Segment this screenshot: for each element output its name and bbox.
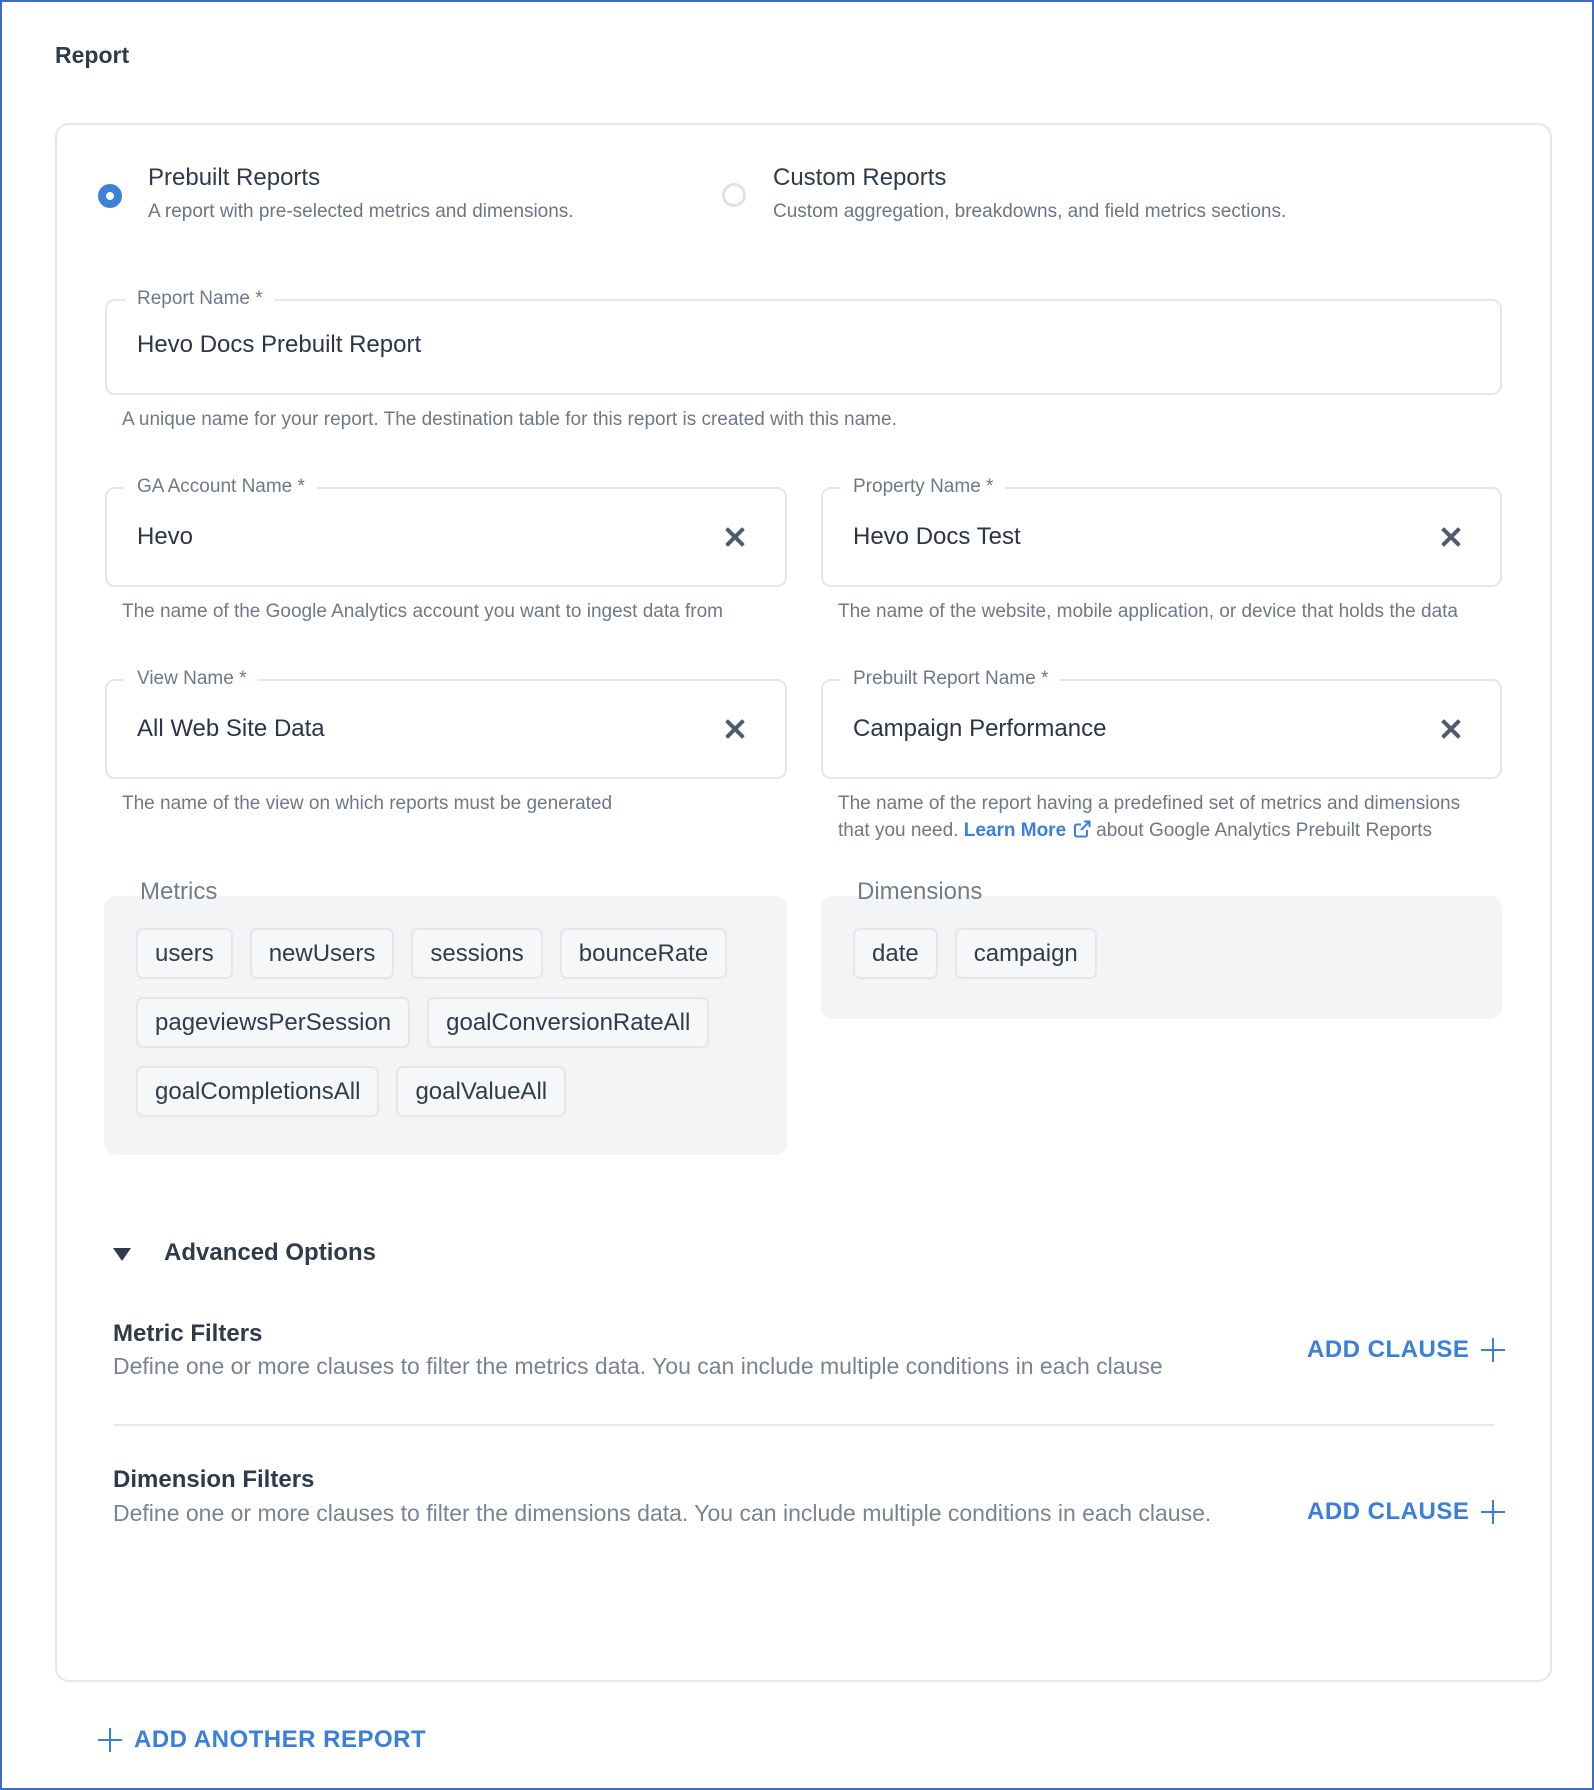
clear-prebuilt-report-icon[interactable]: [1438, 716, 1464, 742]
dimension-filters-add-clause-button[interactable]: ADD CLAUSE: [1307, 1498, 1506, 1526]
dimension-filters-description: Define one or more clauses to filter the…: [113, 1500, 1212, 1526]
view-label: View Name *: [125, 667, 259, 691]
plus-icon: [1481, 1338, 1506, 1362]
prebuilt-report-field[interactable]: Prebuilt Report Name * Campaign Performa…: [821, 667, 1502, 779]
ga-account-field[interactable]: GA Account Name * Hevo: [105, 475, 787, 587]
learn-more-link[interactable]: Learn More: [964, 820, 1066, 841]
metrics-label: Metrics: [140, 878, 218, 905]
clear-property-icon[interactable]: [1438, 524, 1464, 550]
plus-icon: [1481, 1500, 1506, 1524]
option-prebuilt-description: A report with pre-selected metrics and d…: [148, 201, 574, 222]
clear-view-icon[interactable]: [722, 716, 748, 742]
add-clause-label: ADD CLAUSE: [1307, 1498, 1470, 1525]
property-label: Property Name *: [841, 475, 1006, 499]
radio-prebuilt-reports[interactable]: [98, 184, 122, 208]
add-another-report-label: ADD ANOTHER REPORT: [134, 1726, 427, 1753]
ga-account-label: GA Account Name *: [125, 475, 317, 499]
ga-account-value: Hevo: [137, 523, 194, 550]
section-title: Report: [55, 42, 130, 68]
metric-chip: users: [136, 928, 233, 979]
prebuilt-report-helper: The name of the report having a predefin…: [838, 790, 1468, 844]
metrics-chip-list: users newUsers sessions bounceRate pageviews…: [136, 928, 767, 1117]
dimension-chip: campaign: [954, 928, 1097, 979]
report-name-helper: A unique name for your report. The desti…: [122, 409, 897, 430]
metric-chip: goalCompletionsAll: [136, 1066, 380, 1117]
property-field[interactable]: Property Name * Hevo Docs Test: [821, 475, 1502, 587]
option-prebuilt-title[interactable]: Prebuilt Reports: [148, 164, 320, 192]
dimension-chip: date: [853, 928, 938, 979]
clear-ga-account-icon[interactable]: [722, 524, 748, 550]
metric-chip: goalValueAll: [396, 1066, 567, 1117]
dimensions-panel: Dimensions date campaign: [821, 878, 1502, 1019]
view-field[interactable]: View Name * All Web Site Data: [105, 667, 787, 779]
metric-chip: pageviewsPerSession: [136, 997, 411, 1048]
metric-chip: bounceRate: [559, 928, 728, 979]
prebuilt-helper-text-after: about Google Analytics Prebuilt Reports: [1096, 820, 1432, 841]
dimensions-label: Dimensions: [857, 878, 983, 905]
add-another-report-button[interactable]: ADD ANOTHER REPORT: [98, 1726, 426, 1754]
metric-filters-add-clause-button[interactable]: ADD CLAUSE: [1307, 1336, 1506, 1364]
metric-chip: goalConversionRateAll: [427, 997, 710, 1048]
view-helper: The name of the view on which reports mu…: [122, 793, 613, 814]
metrics-panel: Metrics users newUsers sessions bounceRate p…: [104, 878, 787, 1155]
collapse-triangle-icon[interactable]: [113, 1248, 131, 1261]
dimension-filters-title: Dimension Filters: [113, 1466, 315, 1493]
option-custom-title[interactable]: Custom Reports: [773, 164, 946, 192]
external-link-icon[interactable]: [1072, 819, 1092, 839]
report-name-field[interactable]: Report Name * Hevo Docs Prebuilt Report: [105, 287, 1502, 395]
advanced-options-toggle[interactable]: Advanced Options: [164, 1239, 376, 1267]
metric-filters-title: Metric Filters: [113, 1320, 263, 1347]
radio-custom-reports[interactable]: [722, 183, 746, 207]
plus-icon: [98, 1728, 122, 1752]
metric-filters-description: Define one or more clauses to filter the…: [113, 1353, 1163, 1379]
add-clause-label: ADD CLAUSE: [1307, 1336, 1470, 1363]
property-helper: The name of the website, mobile applicat…: [838, 601, 1458, 622]
ga-account-helper: The name of the Google Analytics account…: [122, 601, 723, 622]
filters-divider: [113, 1424, 1495, 1426]
property-value: Hevo Docs Test: [853, 523, 1021, 550]
dimensions-chip-list: date campaign: [853, 928, 1482, 979]
view-value: All Web Site Data: [137, 715, 325, 742]
option-custom-description: Custom aggregation, breakdowns, and fiel…: [773, 201, 1287, 222]
prebuilt-report-label: Prebuilt Report Name *: [841, 667, 1061, 691]
prebuilt-report-value: Campaign Performance: [853, 715, 1107, 742]
report-name-label: Report Name *: [125, 287, 275, 311]
metric-chip: newUsers: [249, 928, 395, 979]
report-name-input[interactable]: Hevo Docs Prebuilt Report: [137, 331, 421, 359]
metric-chip: sessions: [411, 928, 543, 979]
